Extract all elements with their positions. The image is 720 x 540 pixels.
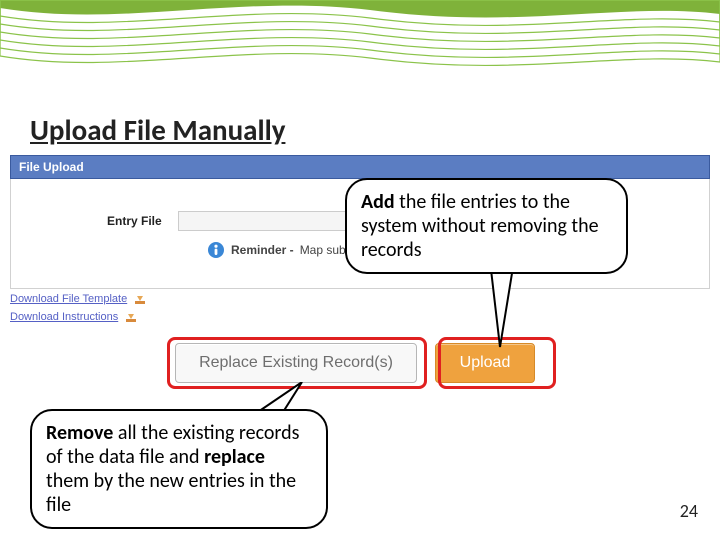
slide-title: Upload File Manually	[30, 112, 285, 148]
callout-remove-b1: Remove	[46, 421, 113, 445]
callout-add-rest: the file entries to the system without r…	[361, 190, 599, 262]
download-template-label: Download File Template	[10, 293, 127, 305]
download-icon	[133, 292, 147, 306]
reminder-text: Map sub	[300, 243, 346, 257]
callout-remove-end: them by the new entries in the file	[46, 469, 296, 517]
entry-file-label: Entry File	[107, 214, 162, 228]
download-template-link[interactable]: Download File Template	[10, 292, 147, 306]
page-number: 24	[680, 500, 698, 522]
callout-add-bold: Add	[361, 190, 395, 214]
download-instructions-label: Download Instructions	[10, 311, 118, 323]
callout-add: Add the file entries to the system witho…	[345, 178, 628, 274]
replace-existing-button[interactable]: Replace Existing Record(s)	[175, 343, 417, 383]
callout-tail-add	[476, 261, 526, 351]
callout-remove: Remove all the existing records of the d…	[30, 409, 328, 529]
panel-title: File Upload	[10, 155, 710, 179]
download-links: Download File Template Download Instruct…	[10, 292, 147, 328]
header-waves	[0, 0, 720, 82]
download-instructions-link[interactable]: Download Instructions	[10, 310, 147, 324]
reminder-prefix: Reminder -	[231, 243, 294, 257]
download-icon	[124, 310, 138, 324]
callout-remove-b2: replace	[204, 445, 265, 469]
info-icon	[207, 241, 225, 259]
